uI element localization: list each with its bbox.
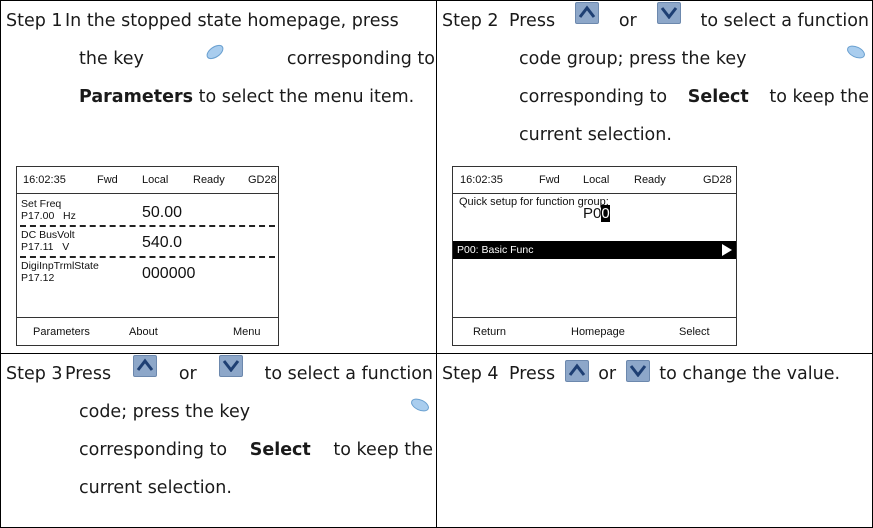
status-bar: 16:02:35 Fwd Local Ready GD28 [453, 167, 736, 194]
group-code-cursor: 0 [601, 205, 610, 222]
status-time: 16:02:35 [460, 174, 503, 186]
row-2-label: DC BusVolt P17.11 V [21, 229, 75, 253]
step-2-line-1: Press or to select a function [509, 2, 869, 40]
up-arrow-key-icon [564, 360, 589, 382]
step-2-select-label: Select [687, 87, 749, 107]
step-2-number: Step 2 [442, 11, 499, 31]
row-3-value: 000000 [142, 265, 196, 282]
softkey-parameters[interactable]: Parameters [33, 326, 90, 338]
step-1-line-2: the key corresponding to [79, 40, 435, 78]
softkey-bar: Return Homepage Select [453, 317, 736, 345]
status-mode: Local [583, 174, 610, 186]
row-divider [20, 256, 275, 258]
row-2-value: 540.0 [142, 234, 183, 251]
step-4-line-1: Press or to change the value. [509, 355, 840, 393]
lcd-screen-homepage: 16:02:35 Fwd Local Ready GD28 Set Freq P… [16, 166, 279, 346]
group-code-field[interactable]: P00 [583, 205, 610, 222]
step-2-line-4: current selection. [519, 125, 672, 145]
down-arrow-key-icon [656, 2, 681, 24]
lcd-screen-quick-setup: 16:02:35 Fwd Local Ready GD28 Quick setu… [452, 166, 737, 346]
step-3-select-label: Select [249, 440, 311, 460]
oval-softkey-icon [843, 38, 869, 78]
step-1-line-2a: the key [79, 49, 144, 69]
status-direction: Fwd [539, 174, 560, 186]
step-4-cell: Step 4 Press or to change the value. [436, 353, 873, 528]
status-state: Ready [634, 174, 666, 186]
step-3-number: Step 3 [6, 364, 63, 384]
status-bar: 16:02:35 Fwd Local Ready GD28 [17, 167, 278, 194]
up-arrow-key-icon [132, 355, 157, 377]
step-3-line-4: current selection. [79, 478, 232, 498]
down-arrow-key-icon [625, 360, 650, 382]
softkey-return[interactable]: Return [473, 326, 506, 338]
status-model: GD28 [248, 174, 277, 186]
step-3-line-1: Press or to select a function [65, 355, 433, 393]
step-1-parameters-label: Parameters [79, 87, 193, 107]
softkey-bar: Parameters About Menu [17, 317, 278, 345]
step-1-line-3: to select the menu item. [198, 87, 415, 107]
status-model: GD28 [703, 174, 732, 186]
status-state: Ready [193, 174, 225, 186]
step-table: Step 1 In the stopped state homepage, pr… [0, 0, 873, 528]
row-divider [20, 225, 275, 227]
oval-softkey-icon [407, 391, 433, 431]
softkey-menu[interactable]: Menu [233, 326, 261, 338]
status-time: 16:02:35 [23, 174, 66, 186]
step-3-cell: Step 3 Press or to select a function cod… [0, 353, 437, 528]
status-direction: Fwd [97, 174, 118, 186]
oval-softkey-icon [202, 38, 228, 78]
step-2-line-3: corresponding to Select to keep the [519, 78, 869, 116]
row-1-value: 50.00 [142, 204, 183, 221]
row-1-label: Set Freq P17.00 Hz [21, 198, 76, 222]
step-2-cell: Step 2 Press or to select a function cod… [436, 0, 873, 354]
step-4-number: Step 4 [442, 364, 499, 384]
step-1-cell: Step 1 In the stopped state homepage, pr… [0, 0, 437, 354]
step-3-line-2: code; press the key [79, 393, 433, 431]
selection-triangle-icon [722, 244, 732, 259]
selected-function-group-row[interactable]: P00: Basic Func [453, 241, 736, 259]
status-mode: Local [142, 174, 169, 186]
softkey-select[interactable]: Select [679, 326, 710, 338]
down-arrow-key-icon [218, 355, 243, 377]
step-1-line-1: In the stopped state homepage, press [65, 11, 399, 31]
up-arrow-key-icon [574, 2, 599, 24]
step-2-line-2: code group; press the key [519, 40, 869, 78]
row-3-label: DigiInpTrmlState P17.12 [21, 260, 99, 284]
step-3-line-3: corresponding to Select to keep the [79, 431, 433, 469]
step-1-number: Step 1 [6, 11, 63, 31]
step-1-line-2b: corresponding to [286, 49, 435, 69]
softkey-about[interactable]: About [129, 326, 158, 338]
softkey-homepage[interactable]: Homepage [571, 326, 625, 338]
